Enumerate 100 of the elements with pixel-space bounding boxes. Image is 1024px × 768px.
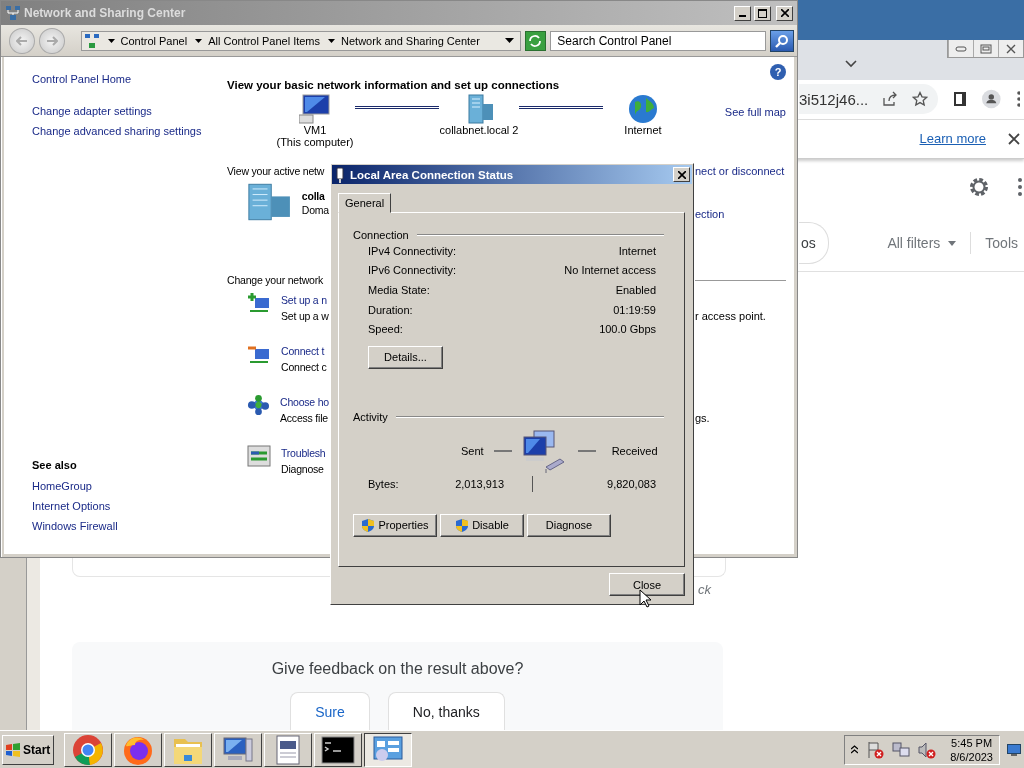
control-panel-icon xyxy=(83,32,100,49)
caret-icon[interactable] xyxy=(851,745,859,754)
task-link[interactable]: Troublesh xyxy=(281,447,326,459)
help-button[interactable]: ? xyxy=(770,64,786,80)
section-label: Change your network xyxy=(227,274,324,286)
network-icon[interactable] xyxy=(892,740,911,759)
see-full-map-link[interactable]: See full map xyxy=(724,106,786,118)
group-heading: Connection xyxy=(353,229,409,241)
details-button[interactable]: Details... xyxy=(368,345,443,369)
task-link[interactable]: Set up a n xyxy=(281,294,329,306)
control-panel-app-button[interactable] xyxy=(364,732,412,767)
learn-more-link[interactable]: Learn more xyxy=(919,131,986,147)
settings-icon[interactable] xyxy=(968,176,990,198)
troubleshoot-icon xyxy=(247,445,271,467)
back-arrow-icon xyxy=(15,35,28,46)
flag-icon[interactable] xyxy=(866,740,885,759)
notepad-app-button[interactable] xyxy=(264,732,312,767)
chrome-app-button[interactable] xyxy=(64,732,112,767)
share-icon[interactable] xyxy=(882,91,899,108)
network-setup-icon xyxy=(247,292,271,314)
windows-logo-icon xyxy=(5,742,21,757)
volume-muted-icon[interactable] xyxy=(918,740,937,759)
computer-icon xyxy=(299,94,331,124)
sidebar-link[interactable]: Control Panel Home xyxy=(32,73,227,85)
address-bar[interactable]: 3i512j46... xyxy=(799,84,939,115)
sent-label: Sent xyxy=(461,444,484,457)
terminal-app-button[interactable] xyxy=(314,732,362,767)
see-also-link[interactable]: Windows Firewall xyxy=(32,520,227,532)
globe-icon xyxy=(628,94,658,124)
caret-icon[interactable] xyxy=(328,38,336,43)
tab[interactable]: General xyxy=(338,193,392,213)
task-description: Diagnose xyxy=(281,463,325,475)
breadcrumb-item[interactable]: Network and Sharing Center xyxy=(341,34,480,47)
refresh-icon xyxy=(528,34,543,47)
chrome-icon xyxy=(72,733,104,766)
network-adapter-icon xyxy=(336,166,344,183)
filter-chip[interactable]: os xyxy=(799,222,829,264)
sidebar-link[interactable]: Change adapter settings xyxy=(32,105,227,117)
computer-app-button[interactable] xyxy=(214,732,262,767)
feedback-question: Give feedback on the result above? xyxy=(271,660,524,678)
all-filters-menu[interactable]: All filters xyxy=(887,235,957,251)
connect-link[interactable]: nect or disconnect xyxy=(695,165,786,177)
field-value: No Internet access xyxy=(564,264,656,277)
connection-link[interactable]: ection xyxy=(695,182,786,262)
section-heading: View your basic network information and set up connections xyxy=(227,79,560,93)
clock-time[interactable]: 5:45 PM xyxy=(951,735,993,750)
task-description: r access point. xyxy=(695,309,767,324)
action-button[interactable]: Disable xyxy=(440,513,524,537)
server-icon xyxy=(247,182,292,222)
tools-menu[interactable]: Tools xyxy=(985,235,1018,251)
task-description: Set up a w xyxy=(281,310,329,322)
close-button[interactable]: Close xyxy=(609,573,685,596)
start-button[interactable]: Start xyxy=(2,734,54,765)
field-label: IPv6 Connectivity: xyxy=(368,264,457,277)
clock-date[interactable]: 8/6/2023 xyxy=(950,749,993,764)
breadcrumb-item[interactable]: All Control Panel Items xyxy=(208,34,321,47)
feedback-button[interactable]: Sure xyxy=(290,692,370,730)
field-label: Media State: xyxy=(368,284,430,296)
side-panel-icon[interactable] xyxy=(954,92,967,107)
field-value: Enabled xyxy=(615,284,656,296)
caret-icon[interactable] xyxy=(107,38,115,43)
task-link[interactable]: Connect t xyxy=(281,345,327,357)
shield-icon xyxy=(361,517,376,533)
computer-icon xyxy=(222,734,254,765)
chevron-icon[interactable] xyxy=(845,60,857,68)
bytes-sent: 2,013,913 xyxy=(455,477,505,490)
see-also-heading: See also xyxy=(32,459,78,471)
refresh-button[interactable] xyxy=(524,30,547,51)
see-also-link[interactable]: Internet Options xyxy=(32,500,227,512)
close-icon[interactable] xyxy=(1008,132,1020,145)
caret-icon xyxy=(948,240,957,246)
action-button[interactable]: Diagnose xyxy=(527,513,611,537)
address-field[interactable]: Control Panel All Control Panel Items Network and Sharing Center xyxy=(80,30,521,51)
action-button[interactable]: Properties xyxy=(353,513,437,537)
homegroup-icon xyxy=(247,394,270,416)
breadcrumb-item[interactable]: Control Panel xyxy=(120,34,188,47)
close-icon xyxy=(677,170,686,179)
star-icon[interactable] xyxy=(912,91,929,108)
field-value: 100.0 Gbps xyxy=(599,323,656,336)
search-icon xyxy=(775,33,790,48)
sidebar-link[interactable]: Change advanced sharing settings xyxy=(32,125,227,137)
terminal-icon xyxy=(321,735,355,764)
profile-icon[interactable] xyxy=(982,88,1001,111)
node-label: Internet xyxy=(624,124,662,136)
menu-icon[interactable] xyxy=(1016,91,1020,108)
search-button[interactable] xyxy=(770,29,794,52)
feedback-button[interactable]: No, thanks xyxy=(387,692,505,730)
more-icon[interactable] xyxy=(1018,178,1022,196)
firefox-app-button[interactable] xyxy=(114,732,162,767)
see-also-link[interactable]: HomeGroup xyxy=(32,480,227,492)
network-type: Doma xyxy=(301,204,329,216)
restore-icon xyxy=(980,43,992,54)
caret-icon[interactable] xyxy=(195,38,203,43)
explorer-app-button[interactable] xyxy=(164,732,212,767)
maximize-button[interactable] xyxy=(754,5,771,21)
field-value: 01:19:59 xyxy=(613,303,656,316)
network-name: colla xyxy=(301,190,326,202)
dropdown-icon[interactable] xyxy=(504,38,514,43)
search-field[interactable]: Search Control Panel xyxy=(550,30,767,51)
task-link[interactable]: Choose ho xyxy=(280,396,329,408)
